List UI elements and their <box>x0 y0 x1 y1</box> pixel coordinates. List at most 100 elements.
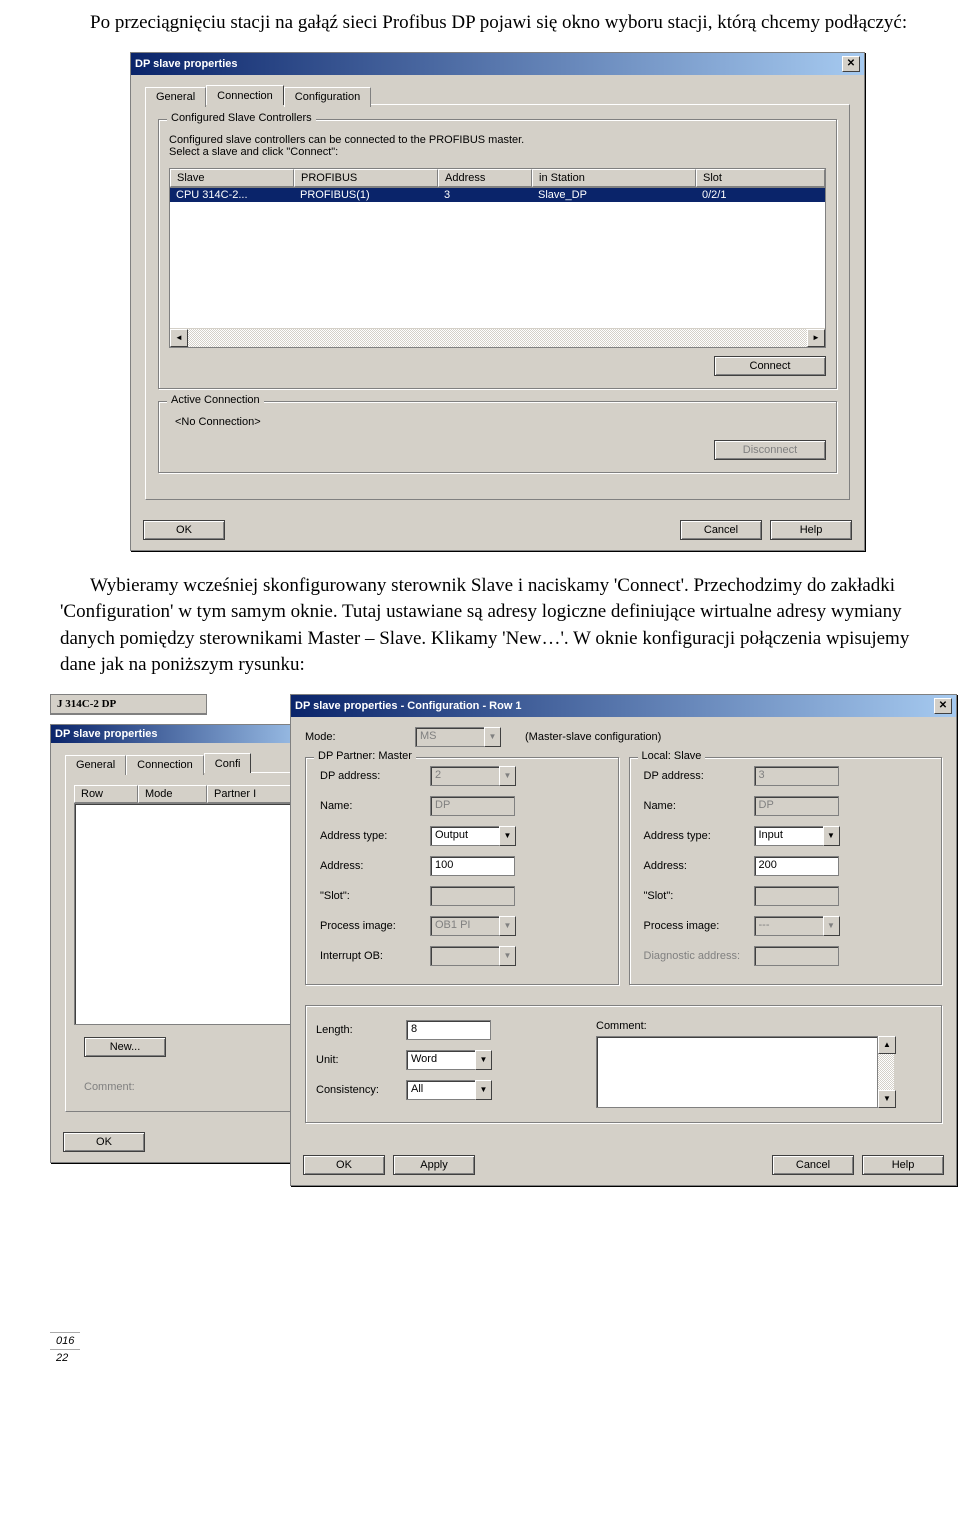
tab-connection[interactable]: Connection <box>206 85 284 105</box>
group-legend: Configured Slave Controllers <box>167 112 316 124</box>
close-icon[interactable]: ✕ <box>842 56 860 72</box>
local-dp-address-value: 3 <box>754 766 839 786</box>
close-icon[interactable]: ✕ <box>934 698 952 714</box>
local-proc-img-label: Process image: <box>644 920 754 932</box>
partner-int-ob-label: Interrupt OB: <box>320 950 430 962</box>
consistency-combo[interactable]: All ▼ <box>406 1080 492 1100</box>
local-address-value[interactable]: 200 <box>754 856 839 876</box>
partner-proc-img-value: OB1 PI <box>430 916 499 936</box>
slave-list[interactable]: Slave PROFIBUS Address in Station Slot C… <box>169 168 826 348</box>
partner-proc-img-label: Process image: <box>320 920 430 932</box>
ok-button[interactable]: OK <box>303 1155 385 1175</box>
local-slave-group: Local: Slave DP address: 3 Name: DP Addr… <box>629 757 943 985</box>
tabs-back: General Connection Confi <box>65 753 307 773</box>
local-proc-img-combo: --- ▼ <box>754 916 840 936</box>
scroll-right-icon[interactable]: ► <box>807 329 825 347</box>
apply-button[interactable]: Apply <box>393 1155 475 1175</box>
dialog-title: DP slave properties <box>135 58 238 70</box>
dp-slave-config-row-dialog: DP slave properties - Configuration - Ro… <box>290 694 957 1186</box>
help-button[interactable]: Help <box>862 1155 944 1175</box>
local-name-value: DP <box>754 796 839 816</box>
tab-configuration-back[interactable]: Confi <box>204 753 252 773</box>
chevron-down-icon: ▼ <box>484 727 501 747</box>
scroll-track-v[interactable] <box>878 1054 894 1090</box>
doc-paragraph-1: Po przeciągnięciu stacji na gałąź sieci … <box>0 0 960 52</box>
partner-dp-address-value: 2 <box>430 766 499 786</box>
local-addr-type-value[interactable]: Input <box>754 826 823 846</box>
connect-button[interactable]: Connect <box>714 356 826 376</box>
cell-slot: 0/2/1 <box>696 188 825 202</box>
help-button[interactable]: Help <box>770 520 852 540</box>
col-slot[interactable]: Slot <box>696 169 825 187</box>
tab-general-back[interactable]: General <box>65 755 126 775</box>
comment-label-back: Comment: <box>84 1081 306 1093</box>
scroll-left-icon[interactable]: ◄ <box>170 329 188 347</box>
titlebar: DP slave properties ✕ <box>131 53 864 75</box>
unit-value[interactable]: Word <box>406 1050 475 1070</box>
chevron-down-icon[interactable]: ▼ <box>499 826 516 846</box>
col-profibus[interactable]: PROFIBUS <box>294 169 438 187</box>
consistency-value[interactable]: All <box>406 1080 475 1100</box>
list-row-selected[interactable]: CPU 314C-2... PROFIBUS(1) 3 Slave_DP 0/2… <box>170 188 825 202</box>
length-value[interactable]: 8 <box>406 1020 491 1040</box>
cell-in-station: Slave_DP <box>532 188 696 202</box>
chevron-down-icon: ▼ <box>499 766 516 786</box>
cancel-button[interactable]: Cancel <box>680 520 762 540</box>
local-legend: Local: Slave <box>638 750 706 762</box>
local-proc-img-value: --- <box>754 916 823 936</box>
partner-proc-img-combo: OB1 PI ▼ <box>430 916 516 936</box>
dialog-title-back: DP slave properties <box>55 728 158 740</box>
comment-textarea[interactable] <box>596 1036 878 1108</box>
col-address[interactable]: Address <box>438 169 532 187</box>
hint-text-1: Configured slave controllers can be conn… <box>169 134 826 146</box>
local-diag-addr-value <box>754 946 839 966</box>
partner-name-value: DP <box>430 796 515 816</box>
mode-combo: MS ▼ <box>415 727 501 747</box>
tabs: General Connection Configuration <box>145 85 850 105</box>
partner-dp-address-combo: 2 ▼ <box>430 766 516 786</box>
config-list[interactable] <box>74 803 306 1025</box>
cell-address: 3 <box>438 188 532 202</box>
scroll-track[interactable] <box>188 329 807 347</box>
tab-general[interactable]: General <box>145 87 206 107</box>
hw-config-fragment: J 314C-2 DP <box>50 694 207 715</box>
active-connection-text: <No Connection> <box>169 416 826 428</box>
mode-label: Mode: <box>305 731 415 743</box>
scroll-up-icon[interactable]: ▲ <box>878 1036 896 1054</box>
mode-value: MS <box>415 727 484 747</box>
titlebar-front: DP slave properties - Configuration - Ro… <box>291 695 956 717</box>
partner-addr-type-combo[interactable]: Output ▼ <box>430 826 516 846</box>
scroll-down-icon[interactable]: ▼ <box>878 1090 896 1108</box>
consistency-label: Consistency: <box>316 1084 406 1096</box>
local-slot-value <box>754 886 839 906</box>
config-headers: Row Mode Partner I <box>74 785 306 803</box>
col-in-station[interactable]: in Station <box>532 169 696 187</box>
frag-row-1: 016 <box>50 1332 80 1349</box>
dp-slave-properties-dialog: DP slave properties ✕ General Connection… <box>130 52 865 551</box>
new-button[interactable]: New... <box>84 1037 166 1057</box>
partner-addr-type-value[interactable]: Output <box>430 826 499 846</box>
partner-address-label: Address: <box>320 860 430 872</box>
partner-address-value[interactable]: 100 <box>430 856 515 876</box>
unit-combo[interactable]: Word ▼ <box>406 1050 492 1070</box>
partner-int-ob-value <box>430 946 499 966</box>
col-mode[interactable]: Mode <box>138 785 207 803</box>
tab-connection-back[interactable]: Connection <box>126 755 204 775</box>
chevron-down-icon[interactable]: ▼ <box>475 1050 492 1070</box>
tab-configuration[interactable]: Configuration <box>284 87 371 107</box>
partner-int-ob-combo: ▼ <box>430 946 516 966</box>
dp-partner-group: DP Partner: Master DP address: 2 ▼ Name:… <box>305 757 619 985</box>
col-row[interactable]: Row <box>74 785 138 803</box>
partner-name-label: Name: <box>320 800 430 812</box>
cancel-button[interactable]: Cancel <box>772 1155 854 1175</box>
mode-row: Mode: MS ▼ (Master-slave configuration) <box>305 727 942 747</box>
col-slave[interactable]: Slave <box>170 169 294 187</box>
horizontal-scrollbar[interactable]: ◄ ► <box>170 328 825 347</box>
ok-button[interactable]: OK <box>143 520 225 540</box>
length-label: Length: <box>316 1024 406 1036</box>
ok-button-back[interactable]: OK <box>63 1132 145 1152</box>
chevron-down-icon[interactable]: ▼ <box>475 1080 492 1100</box>
local-addr-type-combo[interactable]: Input ▼ <box>754 826 840 846</box>
chevron-down-icon[interactable]: ▼ <box>823 826 840 846</box>
titlebar-back: DP slave properties <box>51 725 321 743</box>
